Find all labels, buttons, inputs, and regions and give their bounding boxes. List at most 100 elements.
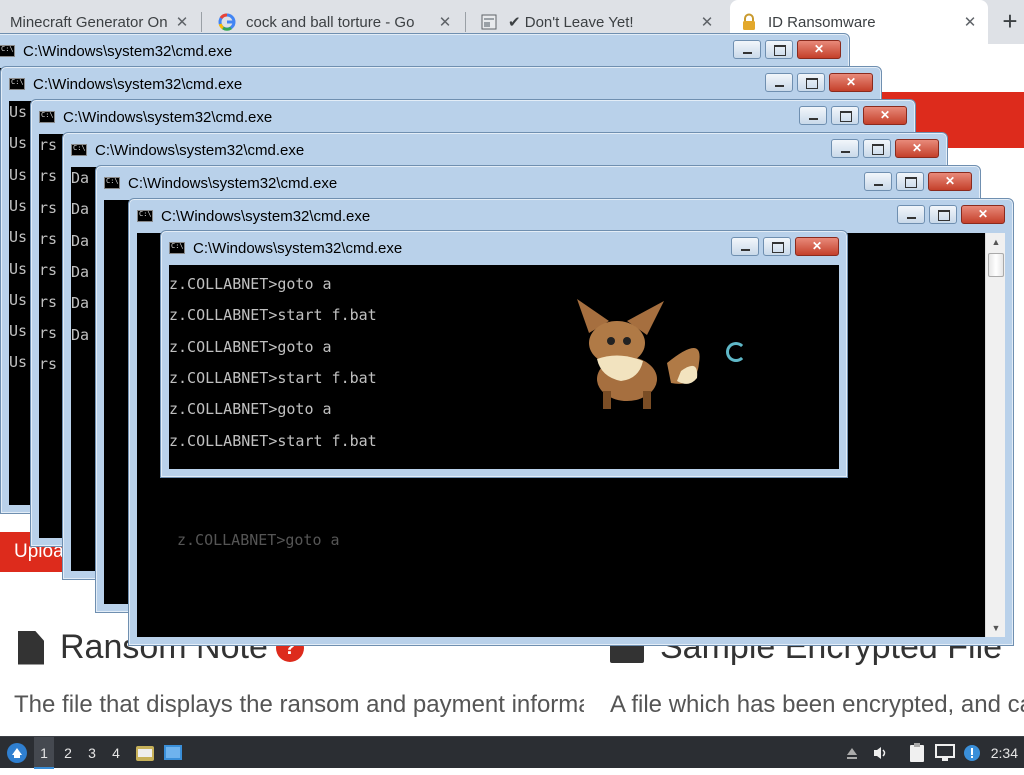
window-controls xyxy=(827,139,939,158)
console-line: z.COLLABNET>goto a xyxy=(169,400,332,419)
window-title: C:\Windows\system32\cmd.exe xyxy=(128,174,338,192)
workspace-1[interactable]: 1 xyxy=(34,737,54,769)
console-line: Da xyxy=(71,231,90,250)
window-title: C:\Windows\system32\cmd.exe xyxy=(23,42,233,60)
ransom-note-description: The file that displays the ransom and pa… xyxy=(14,691,584,718)
window-controls xyxy=(795,106,907,125)
clipboard-icon[interactable] xyxy=(906,737,928,769)
cmd-icon xyxy=(9,78,25,90)
scroll-thumb[interactable] xyxy=(988,253,1004,277)
console-line: z.COLLABNET>goto a xyxy=(169,337,332,356)
maximize-button[interactable] xyxy=(765,40,793,59)
console-line: Us xyxy=(9,353,28,372)
window-titlebar[interactable]: C:\Windows\system32\cmd.exe xyxy=(129,199,1013,233)
window-title: C:\Windows\system32\cmd.exe xyxy=(33,75,243,93)
cmd-icon xyxy=(71,144,87,156)
window-controls xyxy=(761,73,873,92)
minimize-button[interactable] xyxy=(765,73,793,92)
minimize-button[interactable] xyxy=(831,139,859,158)
file-icon xyxy=(18,630,44,665)
close-button[interactable] xyxy=(928,172,972,191)
taskbar: 1 2 3 4 2:34 xyxy=(0,736,1024,769)
page-icon xyxy=(480,13,498,31)
console-line: rs xyxy=(39,167,58,186)
minimize-button[interactable] xyxy=(733,40,761,59)
maximize-button[interactable] xyxy=(863,139,891,158)
console-line: Da xyxy=(71,200,90,219)
tab-separator xyxy=(465,12,466,32)
close-icon[interactable]: ✕ xyxy=(437,13,453,31)
console-line: Us xyxy=(9,196,28,215)
console-line: Us xyxy=(9,228,28,247)
console-line: rs xyxy=(39,198,58,217)
sample-file-description: A file which has been encrypted, and can… xyxy=(610,691,1024,718)
scroll-up-arrow[interactable]: ▲ xyxy=(986,233,1005,251)
console-line: rs xyxy=(39,292,58,311)
minimize-button[interactable] xyxy=(799,106,827,125)
window-title: C:\Windows\system32\cmd.exe xyxy=(95,141,305,159)
minimize-button[interactable] xyxy=(731,237,759,256)
window-controls xyxy=(727,237,839,256)
network-icon[interactable] xyxy=(934,737,956,769)
terminal-icon[interactable] xyxy=(162,737,184,769)
close-button[interactable] xyxy=(863,106,907,125)
cmd-icon xyxy=(0,45,15,57)
console-line: Us xyxy=(9,165,28,184)
console-line: Us xyxy=(9,103,28,121)
scroll-down-arrow[interactable]: ▼ xyxy=(986,619,1005,637)
console-line: Da xyxy=(71,325,90,344)
tab-title: ID Ransomware xyxy=(768,13,876,31)
cmd-window[interactable]: C:\Windows\system32\cmd.exe z.COLLABNET>g… xyxy=(160,230,848,478)
tab-title: ✔ Don't Leave Yet! xyxy=(508,14,634,31)
workspace-3[interactable]: 3 xyxy=(82,737,102,769)
close-button[interactable] xyxy=(829,73,873,92)
close-button[interactable] xyxy=(961,205,1005,224)
eevee-sprite xyxy=(569,293,709,413)
window-controls xyxy=(729,40,841,59)
console-line: rs xyxy=(39,261,58,280)
close-button[interactable] xyxy=(895,139,939,158)
workspace-4[interactable]: 4 xyxy=(106,737,126,769)
maximize-button[interactable] xyxy=(896,172,924,191)
close-button[interactable] xyxy=(795,237,839,256)
console-line: z.COLLABNET>start f.bat xyxy=(169,368,377,387)
busy-cursor-icon xyxy=(726,342,746,362)
close-icon[interactable]: ✕ xyxy=(174,13,190,31)
window-titlebar[interactable]: C:\Windows\system32\cmd.exe xyxy=(1,67,881,101)
window-titlebar[interactable]: C:\Windows\system32\cmd.exe xyxy=(63,133,947,167)
maximize-button[interactable] xyxy=(929,205,957,224)
console-line: Us xyxy=(9,322,28,341)
tab-title: cock and ball torture - Go xyxy=(246,13,415,31)
console-line: z.COLLABNET>start f.bat xyxy=(169,431,377,450)
window-titlebar[interactable]: C:\Windows\system32\cmd.exe xyxy=(31,100,915,134)
console-line: rs xyxy=(39,229,58,248)
workspace-2[interactable]: 2 xyxy=(58,737,78,769)
vertical-scrollbar[interactable]: ▲▼ xyxy=(985,233,1005,637)
file-manager-icon[interactable] xyxy=(134,737,156,769)
start-menu-icon[interactable] xyxy=(4,737,30,769)
window-titlebar[interactable]: C:\Windows\system32\cmd.exe xyxy=(96,166,980,200)
lock-icon xyxy=(740,13,758,31)
new-tab-button[interactable]: + xyxy=(996,6,1024,38)
console-line: z.COLLABNET>start f.bat xyxy=(169,306,377,325)
close-button[interactable] xyxy=(797,40,841,59)
console-line: Da xyxy=(71,262,90,281)
close-icon[interactable]: ✕ xyxy=(699,13,715,31)
window-title: C:\Windows\system32\cmd.exe xyxy=(193,239,403,257)
eject-icon[interactable] xyxy=(842,737,862,769)
window-titlebar[interactable]: C:\Windows\system32\cmd.exe xyxy=(0,34,849,68)
volume-icon[interactable] xyxy=(870,737,892,769)
console-line: rs xyxy=(39,323,58,342)
minimize-button[interactable] xyxy=(864,172,892,191)
cmd-icon xyxy=(104,177,120,189)
maximize-button[interactable] xyxy=(763,237,791,256)
notification-icon[interactable] xyxy=(962,737,982,769)
console-line: Da xyxy=(71,294,90,313)
maximize-button[interactable] xyxy=(831,106,859,125)
close-icon[interactable]: ✕ xyxy=(962,13,978,31)
console-output[interactable]: z.COLLABNET>goto a z.COLLABNET>start f.ba… xyxy=(169,265,839,469)
maximize-button[interactable] xyxy=(797,73,825,92)
console-line: z.COLLABNET>goto a xyxy=(169,275,332,293)
minimize-button[interactable] xyxy=(897,205,925,224)
console-line: Us xyxy=(9,259,28,278)
